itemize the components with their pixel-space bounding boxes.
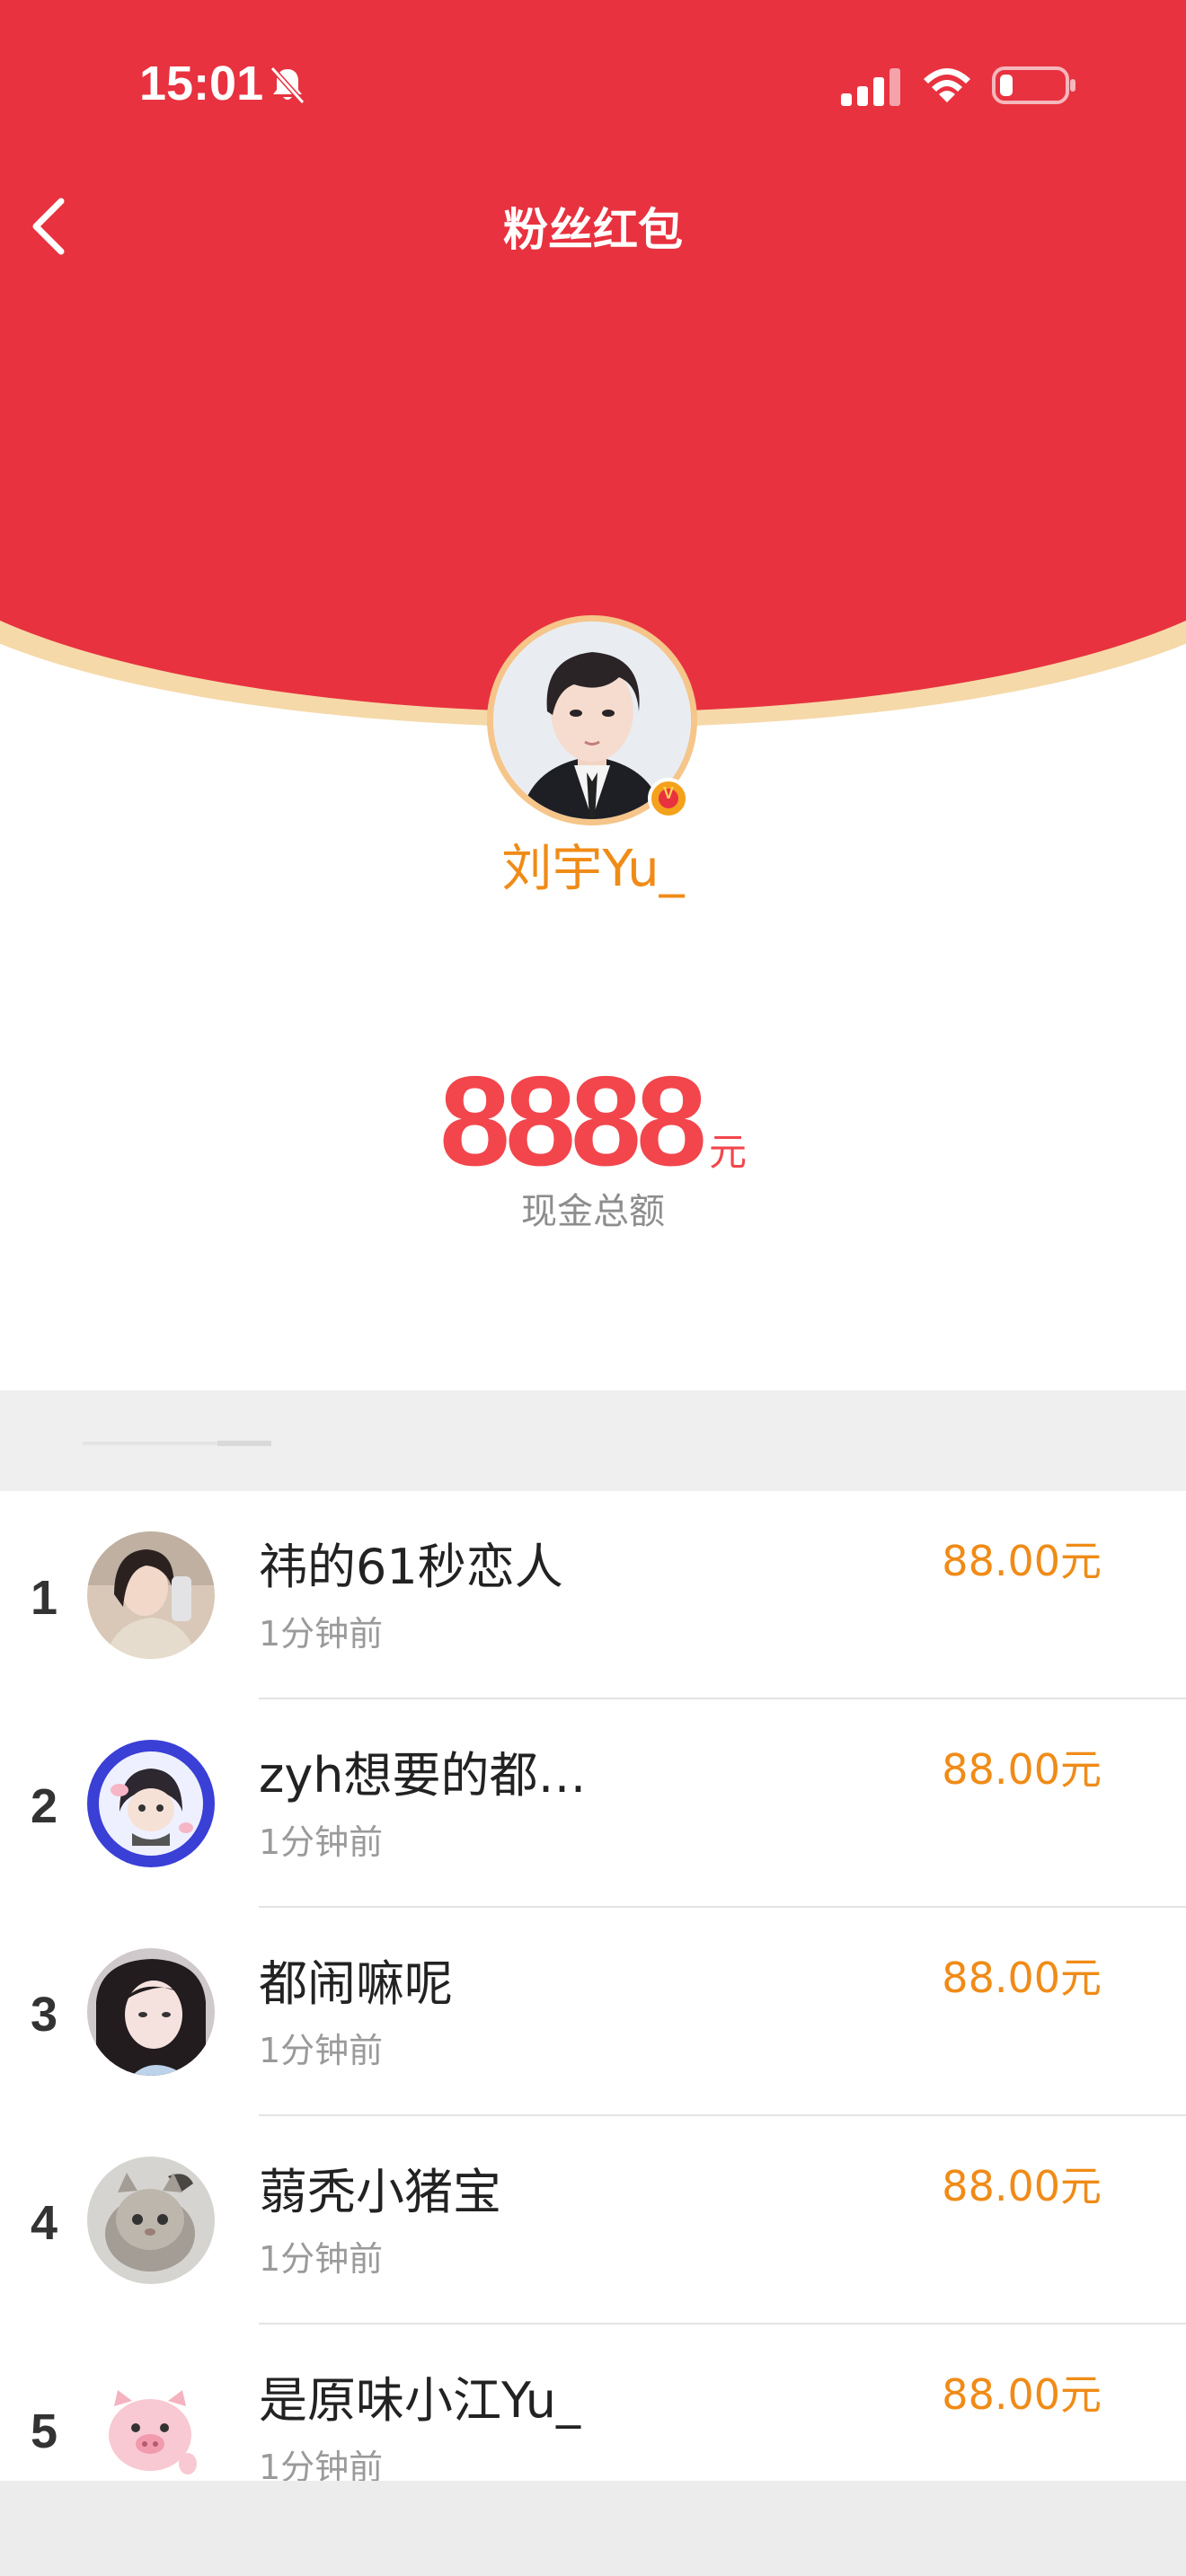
total-amount-unit: 元 [708, 1130, 747, 1174]
screen: 15:01 粉丝红包 V 刘宇Yu_ 8888 元 现金总额 1 祎的61秒恋人… [0, 0, 1186, 2576]
avatar-photo [87, 1531, 215, 1659]
avatar[interactable] [87, 1740, 215, 1867]
avatar[interactable] [87, 1948, 215, 2076]
page-title: 粉丝红包 [503, 204, 683, 256]
recipient-amount: 88.00元 [942, 1537, 1102, 1585]
recipient-amount: 88.00元 [942, 2370, 1102, 2419]
rank-number: 5 [30, 2404, 58, 2458]
avatar[interactable] [87, 1531, 215, 1659]
total-amount: 8888 元 [0, 1058, 1186, 1186]
rank-number: 2 [30, 1779, 58, 1833]
rank-number: 3 [30, 1988, 58, 2042]
recipient-name: 都闹嘛呢 [259, 1955, 453, 2012]
rank-number: 1 [30, 1571, 58, 1625]
recipient-name: 祎的61秒恋人 [259, 1539, 563, 1595]
avatar[interactable] [87, 2157, 215, 2284]
avatar-photo [87, 1740, 215, 1867]
recipient-amount: 88.00元 [942, 1745, 1102, 1794]
bell-muted-icon [270, 66, 305, 105]
avatar-photo [87, 1948, 215, 2076]
status-time: 15:01 [139, 57, 264, 110]
recipient-name: zyh想要的都… [259, 1747, 587, 1804]
avatar-photo [87, 2157, 215, 2284]
faint-mark [83, 1441, 271, 1446]
recipient-amount: 88.00元 [942, 2162, 1102, 2210]
recipient-time: 1分钟前 [259, 1614, 384, 1654]
list-item[interactable]: 2 zyh想要的都… 1分钟前 88.00元 [0, 1699, 1186, 1908]
bottom-bar [0, 2481, 1186, 2576]
verified-badge-icon: V [648, 778, 689, 819]
list-item[interactable]: 1 祎的61秒恋人 1分钟前 88.00元 [0, 1491, 1186, 1699]
total-label: 现金总额 [521, 1191, 665, 1232]
battery-icon [992, 66, 1075, 104]
list-item[interactable]: 4 蒻秃小猪宝 1分钟前 88.00元 [0, 2116, 1186, 2325]
total-amount-value: 8888 [439, 1050, 707, 1193]
cellular-signal-icon [841, 68, 900, 106]
recipient-amount: 88.00元 [942, 1954, 1102, 2002]
wifi-icon [924, 68, 970, 102]
creator-name: 刘宇Yu_ [501, 840, 685, 898]
list-item[interactable]: 3 都闹嘛呢 1分钟前 88.00元 [0, 1908, 1186, 2116]
recipient-name: 是原味小江Yu_ [259, 2372, 581, 2429]
rank-number: 4 [30, 2196, 58, 2250]
verified-badge-label: V [662, 784, 674, 802]
avatar-photo [87, 2365, 215, 2492]
recipient-time: 1分钟前 [259, 2031, 384, 2070]
recipient-time: 1分钟前 [259, 1822, 384, 1862]
recipient-time: 1分钟前 [259, 2239, 384, 2279]
recipient-name: 蒻秃小猪宝 [259, 2164, 501, 2220]
avatar[interactable] [87, 2365, 215, 2492]
